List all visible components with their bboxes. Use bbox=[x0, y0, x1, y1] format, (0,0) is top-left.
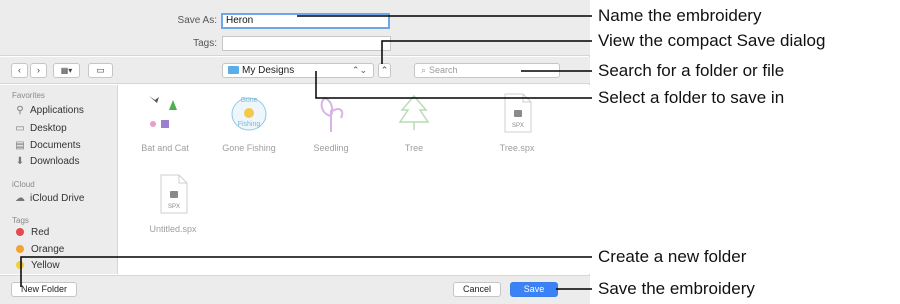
callout-line-folder bbox=[315, 71, 592, 99]
callout-line-new-folder bbox=[20, 256, 592, 287]
callout-search: Search for a folder or file bbox=[598, 61, 785, 80]
callout-new-folder: Create a new folder bbox=[598, 247, 747, 266]
callout-line-compact bbox=[381, 40, 592, 64]
figure: Save As: Heron Tags: ‹ › ▦▾ ▭ My Designs… bbox=[0, 0, 900, 304]
callout-name-embroidery: Name the embroidery bbox=[598, 6, 762, 25]
callout-save: Save the embroidery bbox=[598, 279, 755, 298]
callout-compact-dialog: View the compact Save dialog bbox=[598, 31, 826, 50]
callout-select-folder: Select a folder to save in bbox=[598, 88, 785, 107]
